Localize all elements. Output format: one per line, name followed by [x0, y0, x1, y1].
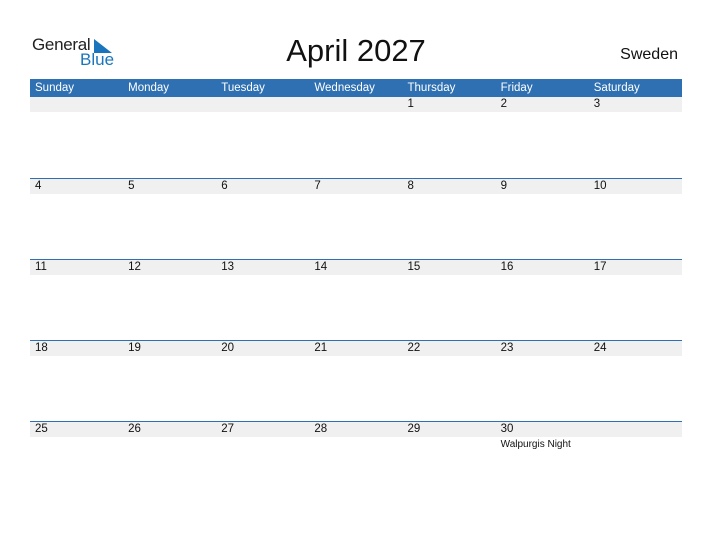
day-number — [123, 97, 217, 112]
day-number — [30, 97, 124, 112]
day-number: 17 — [588, 260, 682, 275]
day-number: 4 — [30, 179, 124, 194]
day-cell: 13 — [216, 260, 310, 275]
day-number: 20 — [216, 341, 310, 356]
weekday-monday: Monday — [128, 82, 170, 94]
day-cell: 12 — [123, 260, 217, 275]
weekday-wednesday: Wednesday — [314, 82, 375, 94]
day-cell: 17 — [588, 260, 682, 275]
day-number: 21 — [309, 341, 403, 356]
day-cell: 19 — [123, 341, 217, 356]
day-cell: 8 — [402, 179, 496, 194]
weekday-tuesday: Tuesday — [221, 82, 265, 94]
weekday-header: Sunday Monday Tuesday Wednesday Thursday… — [30, 79, 682, 97]
day-number: 27 — [216, 422, 310, 437]
day-cell: 15 — [402, 260, 496, 275]
holiday-label: Walpurgis Night — [500, 439, 571, 450]
day-cell: 16 — [495, 260, 589, 275]
day-number: 23 — [495, 341, 589, 356]
country-label: Sweden — [620, 46, 678, 63]
day-number: 16 — [495, 260, 589, 275]
day-number: 22 — [402, 341, 496, 356]
weekday-thursday: Thursday — [407, 82, 456, 94]
calendar-grid: Sunday Monday Tuesday Wednesday Thursday… — [30, 79, 682, 502]
day-number: 18 — [30, 341, 124, 356]
day-cell — [30, 97, 124, 112]
day-cell: 26 — [123, 422, 217, 450]
day-cell: 29 — [402, 422, 496, 450]
day-number: 8 — [402, 179, 496, 194]
day-cell: 9 — [495, 179, 589, 194]
day-cell: 30 Walpurgis Night — [495, 422, 589, 450]
day-number: 5 — [123, 179, 217, 194]
day-cell: 18 — [30, 341, 124, 356]
day-number: 13 — [216, 260, 310, 275]
day-cell: 23 — [495, 341, 589, 356]
day-number — [216, 97, 310, 112]
day-cell: 14 — [309, 260, 403, 275]
day-number: 19 — [123, 341, 217, 356]
day-number: 28 — [309, 422, 403, 437]
day-number — [309, 97, 403, 112]
week-row: 123 — [30, 97, 682, 178]
day-number: 9 — [495, 179, 589, 194]
day-cell: 11 — [30, 260, 124, 275]
day-cell — [588, 422, 682, 450]
day-number: 3 — [588, 97, 682, 112]
day-number: 26 — [123, 422, 217, 437]
day-cell: 6 — [216, 179, 310, 194]
weekday-saturday: Saturday — [593, 82, 640, 94]
day-number: 1 — [402, 97, 496, 112]
day-cell: 27 — [216, 422, 310, 450]
day-number — [588, 422, 682, 437]
day-number: 29 — [402, 422, 496, 437]
week-row: 18 19 20 21 22 23 24 — [30, 340, 682, 421]
day-number: 15 — [402, 260, 496, 275]
day-number: 6 — [216, 179, 310, 194]
day-number: 7 — [309, 179, 403, 194]
day-number: 25 — [30, 422, 124, 437]
day-number: 30 — [495, 422, 589, 437]
day-cell: 3 — [588, 97, 682, 112]
weeks-container: 1 2 3 4 5 6 7 8 9 10 11 12 13 14 15 16 17 18 19 20 21 22 23 24 2… — [30, 97, 682, 502]
day-cell: 2 — [495, 97, 589, 112]
day-cell: 28 — [309, 422, 403, 450]
day-cell: 4 — [30, 179, 124, 194]
weekday-sunday: Sunday — [35, 82, 75, 94]
day-cell: 1 — [402, 97, 496, 112]
day-number: 2 — [495, 97, 589, 112]
day-cell: 22 — [402, 341, 496, 356]
day-cell: 20 — [216, 341, 310, 356]
calendar-title: April 2027 — [286, 33, 426, 68]
day-cell — [309, 97, 403, 112]
day-cell: 21 — [309, 341, 403, 356]
day-cell — [123, 97, 217, 112]
week-row: 11 12 13 14 15 16 17 — [30, 259, 682, 340]
day-number: 11 — [30, 260, 124, 275]
day-number: 12 — [123, 260, 217, 275]
day-cell: 24 — [588, 341, 682, 356]
day-cell: 5 — [123, 179, 217, 194]
day-number: 24 — [588, 341, 682, 356]
day-number: 10 — [588, 179, 682, 194]
week-row: 4 5 6 7 8 9 10 — [30, 178, 682, 259]
day-cell — [216, 97, 310, 112]
day-cell: 10 — [588, 179, 682, 194]
week-row: 25 26 27 28 29 30 Walpurgis Night — [30, 421, 682, 502]
day-cell: 25 — [30, 422, 124, 450]
weekday-friday: Friday — [500, 82, 533, 94]
day-number: 14 — [309, 260, 403, 275]
day-cell: 7 — [309, 179, 403, 194]
